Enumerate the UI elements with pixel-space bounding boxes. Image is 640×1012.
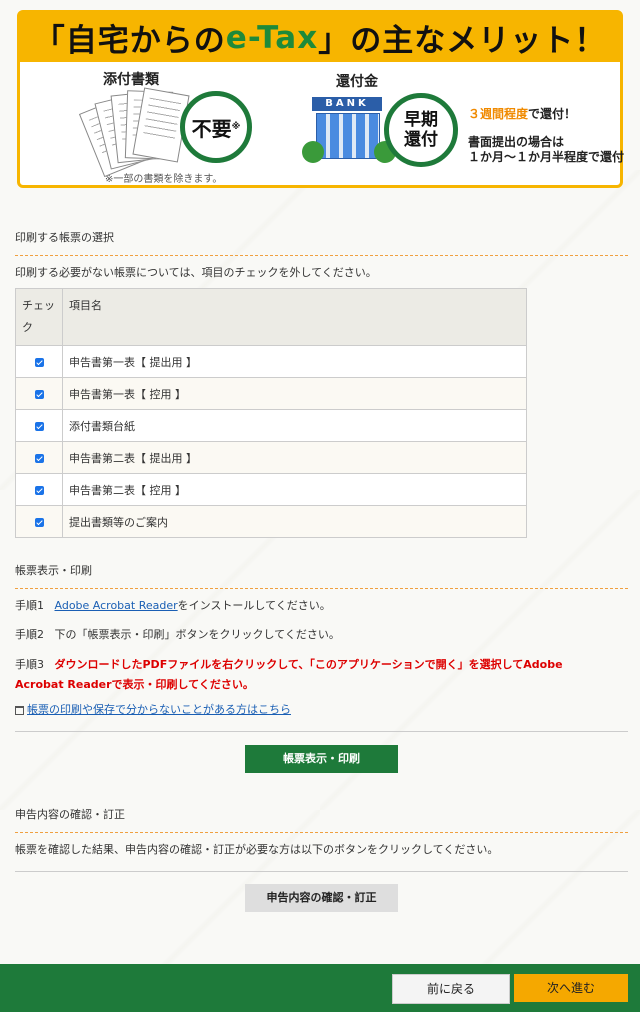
table-row: 提出書類等のご案内 bbox=[15, 505, 527, 538]
refund-weeks: ３週間程度 bbox=[468, 107, 529, 121]
col-name-header: 項目名 bbox=[62, 288, 527, 346]
step3: 手順3 ダウンロードしたPDFファイルを右クリックして、「このアプリケーションで… bbox=[15, 655, 628, 695]
documents-illustration-icon bbox=[78, 85, 190, 178]
slip-table: チェック 項目名 申告書第一表【 提出用 】 申告書第一表【 控用 】 添付書類… bbox=[15, 288, 527, 538]
confirm-correct-button[interactable]: 申告内容の確認・訂正 bbox=[245, 884, 398, 912]
table-row: 添付書類台紙 bbox=[15, 409, 527, 442]
banner-title-pre: 「自宅からの bbox=[33, 23, 226, 59]
step1: 手順1 Adobe Acrobat Readerをインストールしてください。 bbox=[15, 597, 628, 613]
display-print-button[interactable]: 帳票表示・印刷 bbox=[245, 745, 398, 773]
print-select-section: 印刷する帳票の選択 bbox=[15, 229, 628, 256]
back-button[interactable]: 前に戻る bbox=[392, 974, 510, 1004]
slip-checkbox[interactable] bbox=[34, 453, 44, 463]
slip-name: 添付書類台紙 bbox=[62, 409, 527, 442]
refund-weeks-suffix: で還付！ bbox=[528, 107, 577, 121]
confirm-text: 帳票を確認した結果、申告内容の確認・訂正が必要な方は以下のボタンをクリックしてく… bbox=[15, 843, 499, 856]
divider bbox=[15, 871, 628, 872]
slip-name: 申告書第二表【 提出用 】 bbox=[62, 441, 527, 474]
etax-merit-banner: 「自宅からの e-Tax 」の主なメリット！ 添付書類 不要 ※ ※一部の書類を除きま… bbox=[17, 10, 624, 188]
acrobat-reader-link[interactable]: Adobe Acrobat Reader bbox=[55, 599, 178, 612]
display-print-section: 帳票表示・印刷 bbox=[15, 562, 628, 589]
banner-title-post: 」の主なメリット！ bbox=[318, 23, 607, 59]
slip-checkbox[interactable] bbox=[34, 421, 44, 431]
step1-prefix: 手順1 bbox=[15, 599, 44, 612]
step3-warning-line1: ダウンロードしたPDFファイルを右クリックして、「このアプリケーションで開く」を… bbox=[54, 658, 563, 671]
step2-text: 下の「帳票表示・印刷」ボタンをクリックしてください。 bbox=[54, 628, 340, 641]
window-icon bbox=[15, 705, 24, 715]
paper-refund-line1: 書面提出の場合は bbox=[468, 135, 565, 149]
not-required-badge: 不要 ※ bbox=[180, 91, 252, 163]
refund-label: 還付金 bbox=[336, 74, 378, 90]
col-check-header: チェック bbox=[15, 288, 63, 346]
table-row: 申告書第二表【 提出用 】 bbox=[15, 441, 527, 474]
display-print-title: 帳票表示・印刷 bbox=[15, 562, 628, 589]
step1-suffix: をインストールしてください。 bbox=[177, 599, 331, 612]
refund-weeks-text: ３週間程度で還付！ bbox=[468, 105, 576, 122]
paper-refund-line2: １か月～１か月半程度で還付 bbox=[468, 150, 625, 164]
early-refund-line2: 還付 bbox=[404, 130, 438, 150]
print-select-instruction: 印刷する必要がない帳票については、項目のチェックを外してください。 bbox=[15, 266, 377, 279]
confirm-title: 申告内容の確認・訂正 bbox=[15, 806, 628, 833]
banner-title-etax: e-Tax bbox=[225, 19, 319, 56]
slip-checkbox[interactable] bbox=[34, 357, 44, 367]
divider bbox=[15, 731, 628, 732]
slip-name: 申告書第二表【 控用 】 bbox=[62, 473, 527, 506]
not-required-mark: ※ bbox=[231, 122, 241, 132]
early-refund-badge: 早期 還付 bbox=[384, 93, 458, 167]
banner-title: 「自宅からの e-Tax 」の主なメリット！ bbox=[20, 13, 620, 62]
table-row: 申告書第二表【 控用 】 bbox=[15, 473, 527, 506]
step2-prefix: 手順2 bbox=[15, 628, 44, 641]
confirm-section: 申告内容の確認・訂正 bbox=[15, 806, 628, 833]
bank-sign: BANK bbox=[312, 97, 382, 111]
footer-bar: 前に戻る 次へ進む bbox=[0, 964, 640, 1012]
bank-icon: BANK bbox=[302, 97, 396, 165]
slip-name: 提出書類等のご案内 bbox=[62, 505, 527, 538]
step3-warning-line2: Acrobat Readerで表示・印刷してください。 bbox=[15, 678, 254, 691]
slip-checkbox[interactable] bbox=[34, 517, 44, 527]
slip-name: 申告書第一表【 提出用 】 bbox=[62, 345, 527, 378]
slip-checkbox[interactable] bbox=[34, 389, 44, 399]
not-required-text: 不要 bbox=[191, 116, 232, 141]
attachments-note: ※一部の書類を除きます。 bbox=[105, 174, 223, 185]
slip-table-header: チェック 項目名 bbox=[15, 288, 527, 346]
print-help-link[interactable]: 帳票の印刷や保存で分からないことがある方はこちら bbox=[27, 703, 291, 716]
next-button[interactable]: 次へ進む bbox=[514, 974, 628, 1002]
paper-refund-text: 書面提出の場合は １か月～１か月半程度で還付 bbox=[468, 135, 624, 165]
step2: 手順2 下の「帳票表示・印刷」ボタンをクリックしてください。 bbox=[15, 626, 628, 642]
help-link-row: 帳票の印刷や保存で分からないことがある方はこちら bbox=[15, 701, 628, 717]
print-select-title: 印刷する帳票の選択 bbox=[15, 229, 628, 256]
table-row: 申告書第一表【 控用 】 bbox=[15, 377, 527, 410]
slip-checkbox[interactable] bbox=[34, 485, 44, 495]
step3-prefix: 手順3 bbox=[15, 658, 44, 671]
table-row: 申告書第一表【 提出用 】 bbox=[15, 345, 527, 378]
slip-name: 申告書第一表【 控用 】 bbox=[62, 377, 527, 410]
early-refund-line1: 早期 bbox=[404, 110, 438, 130]
